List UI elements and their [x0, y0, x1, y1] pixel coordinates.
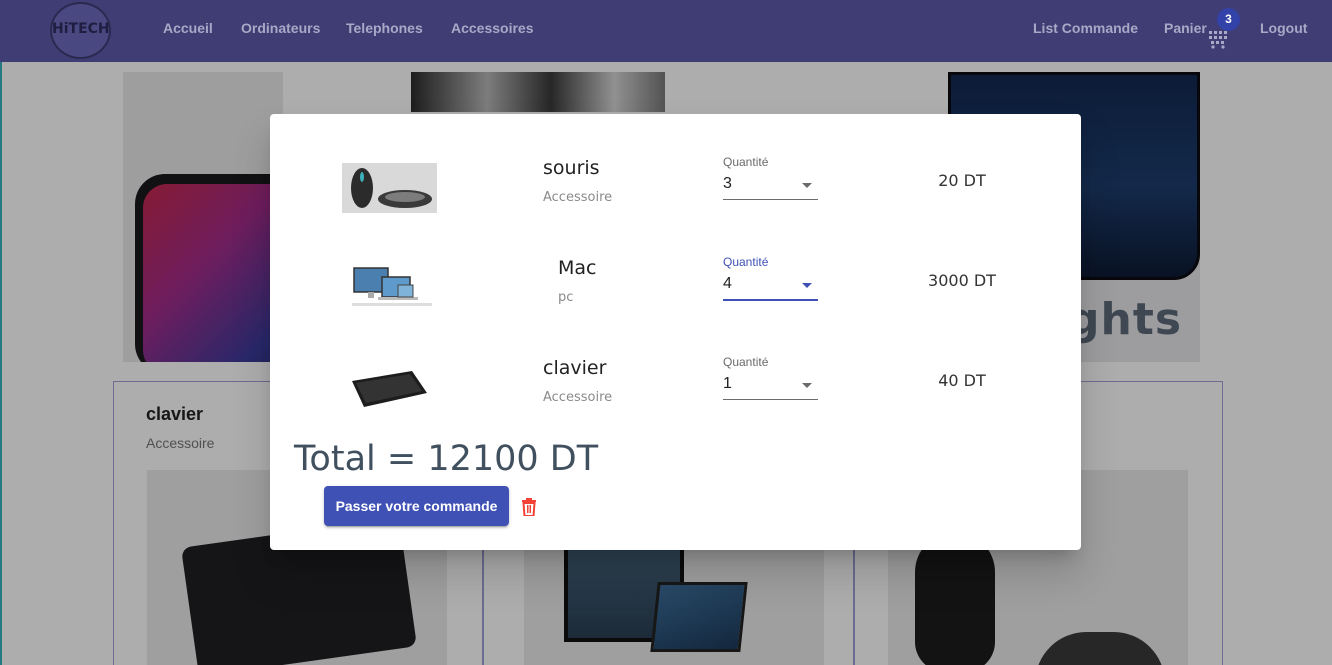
- quantity-value: 1: [723, 375, 732, 392]
- item-price: 20 DT: [938, 171, 986, 190]
- item-price: 3000 DT: [928, 271, 996, 290]
- quantity-select[interactable]: Quantité 4: [723, 255, 818, 301]
- cart-total: Total = 12100 DT: [294, 439, 599, 479]
- item-category: Accessoire: [543, 190, 613, 205]
- chevron-down-icon: [802, 183, 812, 188]
- navbar: HiTECH Accueil Ordinateurs Telephones Ac…: [0, 0, 1332, 62]
- quantity-value: 3: [723, 175, 732, 192]
- cart-icon[interactable]: [1207, 29, 1229, 49]
- item-category: pc: [558, 290, 574, 305]
- logo[interactable]: HiTECH: [50, 2, 111, 59]
- nav-ordinateurs[interactable]: Ordinateurs: [241, 20, 320, 36]
- item-image-clavier: [342, 363, 437, 413]
- cart-dialog: souris Accessoire Quantité 3 20 DT Mac p…: [270, 114, 1081, 550]
- quantity-label: Quantité: [723, 155, 769, 169]
- item-name: Mac: [558, 257, 597, 279]
- item-price: 40 DT: [938, 371, 986, 390]
- trash-icon[interactable]: [521, 498, 537, 516]
- quantity-select[interactable]: Quantité 1: [723, 355, 818, 400]
- nav-panier[interactable]: Panier: [1164, 20, 1207, 36]
- item-name: clavier: [543, 357, 607, 379]
- item-category: Accessoire: [543, 390, 613, 405]
- place-order-button[interactable]: Passer votre commande: [324, 486, 509, 526]
- quantity-value: 4: [723, 275, 732, 292]
- chevron-down-icon: [802, 283, 812, 288]
- nav-accessoires[interactable]: Accessoires: [451, 20, 534, 36]
- quantity-label: Quantité: [723, 355, 769, 369]
- logo-text: HiTECH: [52, 21, 110, 37]
- item-image-mac: [342, 263, 437, 313]
- item-name: souris: [543, 157, 600, 179]
- item-image-souris: [342, 163, 437, 213]
- quantity-select[interactable]: Quantité 3: [723, 155, 818, 200]
- quantity-label: Quantité: [723, 255, 769, 269]
- nav-logout[interactable]: Logout: [1260, 20, 1307, 36]
- nav-list-commande[interactable]: List Commande: [1033, 20, 1138, 36]
- cart-count-badge: 3: [1217, 8, 1240, 31]
- nav-accueil[interactable]: Accueil: [163, 20, 213, 36]
- chevron-down-icon: [802, 383, 812, 388]
- nav-telephones[interactable]: Telephones: [346, 20, 423, 36]
